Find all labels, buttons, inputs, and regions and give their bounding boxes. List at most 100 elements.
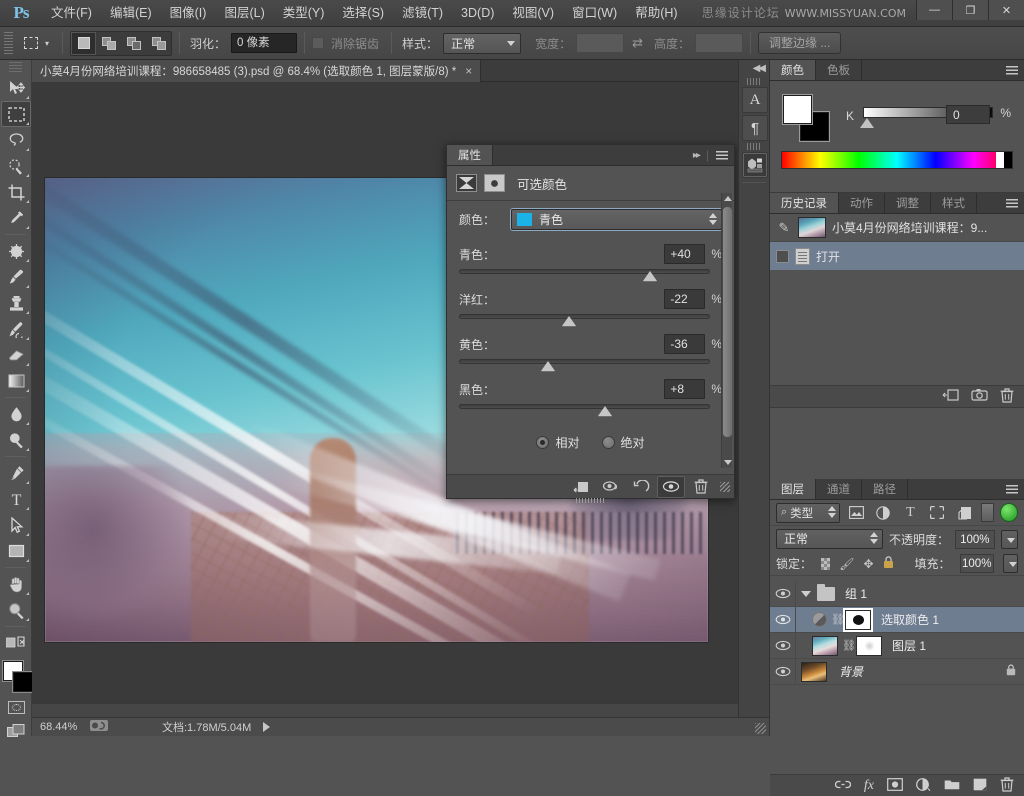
tab-swatches[interactable]: 色板 xyxy=(816,60,862,80)
spot-healing-brush-tool[interactable] xyxy=(1,238,31,264)
layer-row-adjustment[interactable]: ⛓ 选取颜色 1 xyxy=(770,607,1024,633)
style-select[interactable]: 正常 xyxy=(443,33,521,54)
paragraph-panel-icon[interactable]: ¶ xyxy=(742,115,768,141)
layer-visibility-toggle[interactable] xyxy=(770,659,796,684)
menu-window[interactable]: 窗口(W) xyxy=(563,0,626,27)
panel-menu-icon[interactable] xyxy=(1006,485,1018,494)
menu-type[interactable]: 类型(Y) xyxy=(274,0,334,27)
lasso-tool[interactable] xyxy=(1,127,31,153)
view-previous-state-icon[interactable] xyxy=(597,476,625,498)
group-disclosure-icon[interactable] xyxy=(801,591,811,597)
close-button[interactable]: ✕ xyxy=(988,0,1024,20)
tab-history[interactable]: 历史记录 xyxy=(770,193,839,213)
rectangle-tool[interactable] xyxy=(1,538,31,564)
collapse-panels-icon[interactable]: ◀◀ xyxy=(739,60,769,76)
cyan-value-input[interactable]: +40 xyxy=(664,244,705,264)
delete-icon[interactable] xyxy=(1000,388,1014,406)
menu-3d[interactable]: 3D(D) xyxy=(452,0,503,27)
gradient-tool[interactable] xyxy=(1,368,31,394)
window-resize-grip[interactable] xyxy=(755,723,766,734)
fill-chevron-down-icon[interactable] xyxy=(1003,554,1018,573)
clip-to-layer-icon[interactable] xyxy=(567,476,595,498)
feather-input[interactable]: 0 像素 xyxy=(231,33,297,53)
filter-enable-toggle[interactable] xyxy=(981,503,994,522)
horizontal-type-tool[interactable]: T xyxy=(1,486,31,512)
subtract-from-selection-button[interactable] xyxy=(121,32,146,55)
foreground-color-swatch[interactable] xyxy=(783,95,812,124)
menu-help[interactable]: 帮助(H) xyxy=(626,0,686,27)
delete-icon[interactable] xyxy=(687,476,715,498)
tab-styles[interactable]: 样式 xyxy=(931,193,977,213)
menu-edit[interactable]: 编辑(E) xyxy=(101,0,161,27)
lock-image-icon[interactable]: 🖌 xyxy=(839,557,854,571)
clone-stamp-tool[interactable] xyxy=(1,290,31,316)
tools-panel-grip[interactable] xyxy=(9,62,22,72)
tab-paths[interactable]: 路径 xyxy=(862,479,908,499)
new-selection-button[interactable] xyxy=(71,32,96,55)
layer-row-pixel[interactable]: ⛓ 图层 1 xyxy=(770,633,1024,659)
tool-preset-chevron-icon[interactable]: ▾ xyxy=(45,39,49,48)
link-layers-icon[interactable] xyxy=(835,779,851,793)
close-document-icon[interactable]: × xyxy=(465,64,472,78)
menu-image[interactable]: 图像(I) xyxy=(161,0,216,27)
status-toggle-icon[interactable] xyxy=(88,720,110,734)
menu-filter[interactable]: 滤镜(T) xyxy=(393,0,452,27)
history-snapshot-row[interactable]: ✎ 小莫4月份网络培训课程：9... xyxy=(770,214,1024,242)
link-mask-icon[interactable]: ⛓ xyxy=(831,613,841,626)
rectangular-marquee-tool[interactable] xyxy=(1,101,31,127)
lock-transparency-icon[interactable] xyxy=(821,558,830,570)
k-channel-input[interactable]: 0 xyxy=(946,105,990,124)
history-brush-source-icon[interactable]: ✎ xyxy=(776,220,792,236)
height-input[interactable] xyxy=(695,33,743,53)
create-snapshot-icon[interactable] xyxy=(971,388,988,405)
scroll-down-icon[interactable] xyxy=(724,460,732,465)
k-channel-knob[interactable] xyxy=(860,118,874,128)
strip-grip[interactable] xyxy=(747,78,761,85)
maximize-button[interactable]: ❐ xyxy=(952,0,988,20)
zoom-tool[interactable] xyxy=(1,597,31,623)
status-expand-icon[interactable] xyxy=(263,722,270,732)
new-group-icon[interactable] xyxy=(944,778,960,793)
expand-panel-icon[interactable]: ▸▸ xyxy=(693,150,699,161)
quick-mask-mode-button[interactable] xyxy=(1,696,31,718)
layer-row-background[interactable]: 背景 xyxy=(770,659,1024,685)
eyedropper-tool[interactable] xyxy=(1,205,31,231)
quick-selection-tool[interactable] xyxy=(1,153,31,179)
menu-layer[interactable]: 图层(L) xyxy=(215,0,273,27)
opacity-chevron-down-icon[interactable] xyxy=(1001,530,1018,549)
blend-mode-stepper[interactable] xyxy=(870,532,878,544)
yellow-value-input[interactable]: -36 xyxy=(664,334,705,354)
pen-tool[interactable] xyxy=(1,460,31,486)
color-panel-swatches[interactable] xyxy=(783,95,831,139)
options-bar-grip[interactable] xyxy=(4,32,13,54)
link-mask-icon[interactable]: ⛓ xyxy=(842,639,852,652)
radio-absolute[interactable]: 绝对 xyxy=(602,434,645,451)
properties-scrollbar[interactable] xyxy=(721,193,732,468)
add-to-selection-button[interactable] xyxy=(96,32,121,55)
current-tool-icon[interactable] xyxy=(18,31,44,55)
magenta-value-input[interactable]: -22 xyxy=(664,289,705,309)
brush-tool[interactable] xyxy=(1,264,31,290)
menu-file[interactable]: 文件(F) xyxy=(42,0,101,27)
color-swatches[interactable] xyxy=(0,660,32,694)
color-spectrum-bar[interactable] xyxy=(781,151,1013,169)
radio-relative[interactable]: 相对 xyxy=(536,434,579,451)
layer-filter-stepper[interactable] xyxy=(828,506,836,518)
edit-in-quick-mask-icon[interactable] xyxy=(1,630,31,656)
blend-mode-select[interactable]: 正常 xyxy=(776,529,883,549)
eraser-tool[interactable] xyxy=(1,342,31,368)
scrollbar-thumb[interactable] xyxy=(723,207,732,437)
fill-input[interactable]: 100% xyxy=(960,554,994,573)
color-select-stepper[interactable] xyxy=(709,213,717,225)
layer-mask-thumbnail[interactable] xyxy=(856,636,882,656)
layer-visibility-toggle[interactable] xyxy=(770,633,796,658)
layer-row-group[interactable]: 组 1 xyxy=(770,581,1024,607)
strip-grip[interactable] xyxy=(747,143,761,150)
panel-resize-grip[interactable] xyxy=(720,482,730,492)
layer-visibility-toggle[interactable] xyxy=(770,607,796,632)
lock-all-icon[interactable] xyxy=(883,556,894,572)
history-brush-tool[interactable] xyxy=(1,316,31,342)
color-select[interactable]: 青色 xyxy=(511,209,722,230)
black-slider[interactable] xyxy=(459,402,722,418)
pixel-filter-icon[interactable] xyxy=(846,503,867,523)
